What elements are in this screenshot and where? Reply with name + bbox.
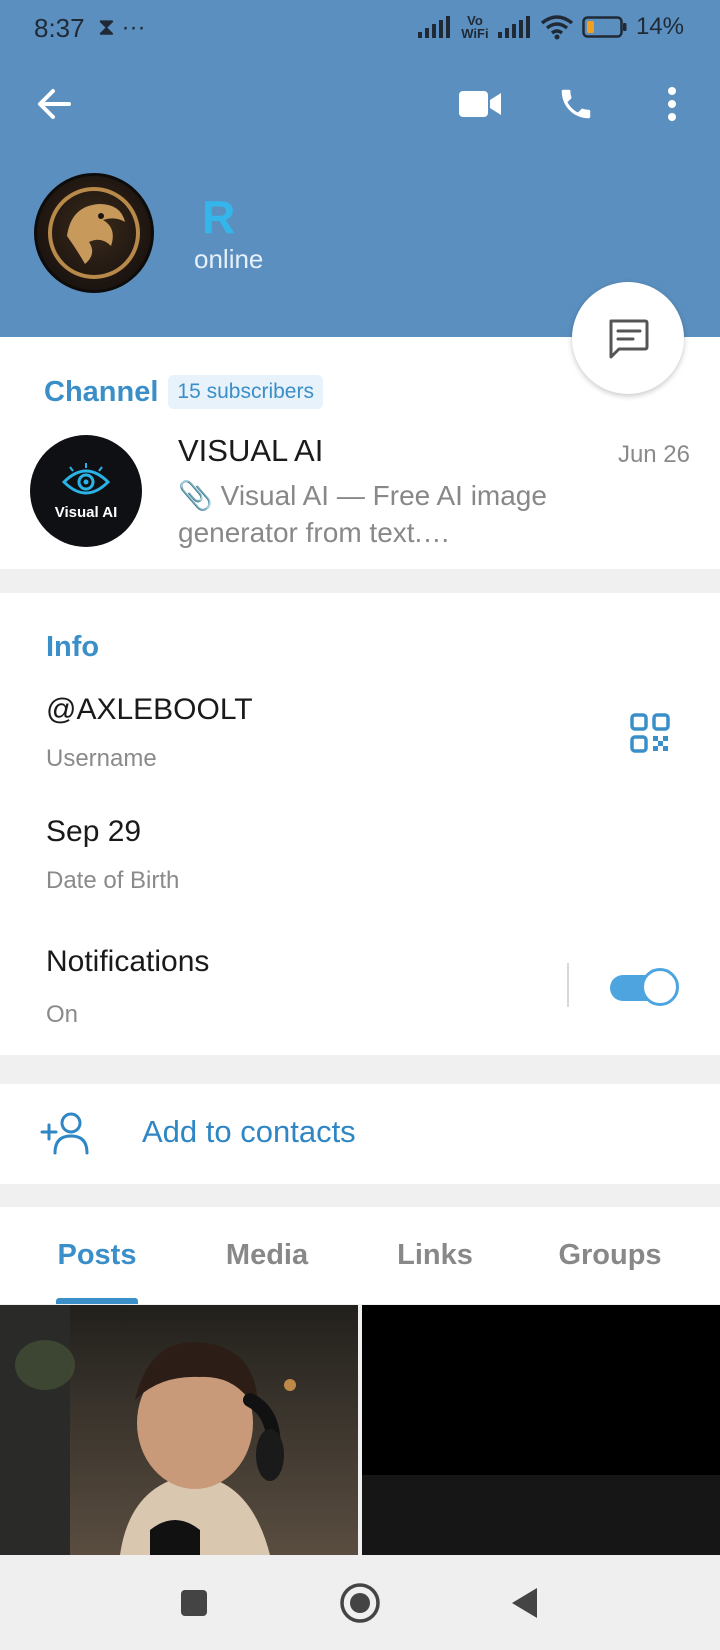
- phone-icon: [561, 89, 591, 119]
- channel-date: Jun 26: [617, 441, 690, 468]
- channel-label: Channel: [44, 375, 159, 408]
- add-person-icon: [40, 1112, 89, 1155]
- toggle-knob: [641, 968, 679, 1006]
- info-card: Info @AXLEBOOLT Username Sep 29 Date of …: [0, 593, 720, 1055]
- home-button[interactable]: [330, 1573, 390, 1633]
- channel-title: VISUAL AI: [178, 433, 324, 468]
- status-right-group: Vo WiFi 14%: [417, 12, 684, 42]
- recents-button[interactable]: [164, 1573, 224, 1633]
- vertical-dots-icon: [668, 87, 676, 121]
- message-button[interactable]: [572, 282, 684, 394]
- media-dark-band: [362, 1475, 720, 1555]
- wifi-icon: [540, 15, 574, 40]
- dob-label: Date of Birth: [46, 867, 180, 894]
- profile-name: R: [202, 191, 236, 243]
- signal-icon-2: [497, 16, 530, 38]
- profile-status: online: [194, 244, 264, 274]
- signal-icon: [417, 16, 450, 38]
- battery-percent: 14%: [635, 13, 684, 40]
- tab-indicator: [56, 1298, 138, 1304]
- channel-avatar[interactable]: Visual AI: [30, 435, 142, 547]
- circle-home-icon: [340, 1583, 380, 1623]
- media-thumbnail[interactable]: [0, 1305, 358, 1555]
- avatar[interactable]: [34, 173, 154, 293]
- vowifi-label: Vo WiFi: [461, 13, 489, 41]
- square-icon: [181, 1590, 207, 1616]
- channel-avatar-label: Visual AI: [54, 503, 118, 521]
- channel-header: Channel 15 subscribers: [44, 375, 323, 409]
- call-button[interactable]: [548, 76, 604, 132]
- dragon-logo-icon: [48, 187, 140, 279]
- status-bar: 8:37 ⧗ ··· Vo WiFi 14%: [0, 0, 720, 54]
- notifications-state: On: [46, 1001, 79, 1028]
- qr-code-button[interactable]: [620, 703, 680, 763]
- tab-bar: Posts Media Links Groups: [0, 1207, 720, 1304]
- message-icon: [609, 319, 649, 359]
- status-time: 8:37: [34, 13, 85, 43]
- system-nav-bar: [0, 1555, 720, 1650]
- qr-code-icon: [630, 713, 670, 753]
- notifications-label[interactable]: Notifications: [46, 945, 209, 979]
- back-button[interactable]: [26, 76, 82, 132]
- tab-links[interactable]: Links: [360, 1207, 510, 1304]
- arrow-left-icon: [38, 89, 71, 119]
- eye-icon: [61, 462, 111, 494]
- video-camera-icon: [459, 91, 501, 117]
- username-value[interactable]: @AXLEBOOLT: [46, 693, 253, 727]
- tab-groups[interactable]: Groups: [530, 1207, 690, 1304]
- video-call-button[interactable]: [452, 76, 508, 132]
- dob-value: Sep 29: [46, 815, 142, 848]
- person-photo: [0, 1305, 296, 1555]
- media-thumbnail-2[interactable]: [362, 1305, 720, 1555]
- tab-media[interactable]: Media: [190, 1207, 344, 1304]
- battery-icon: [582, 16, 627, 38]
- triangle-back-icon: [512, 1588, 537, 1618]
- status-notification-icons: ⧗ ···: [98, 14, 146, 41]
- notifications-toggle[interactable]: [608, 966, 679, 1006]
- more-button[interactable]: [644, 76, 700, 132]
- add-to-contacts-label: Add to contacts: [142, 1114, 356, 1149]
- back-nav-button[interactable]: [494, 1573, 554, 1633]
- info-title: Info: [46, 631, 100, 663]
- username-label: Username: [46, 745, 157, 772]
- channel-preview: 📎 Visual AI — Free AI image generator fr…: [178, 480, 547, 548]
- subscribers-badge: 15 subscribers: [168, 375, 323, 409]
- tab-posts[interactable]: Posts: [20, 1207, 174, 1304]
- divider: [567, 963, 569, 1007]
- add-to-contacts-row[interactable]: Add to contacts: [0, 1084, 720, 1184]
